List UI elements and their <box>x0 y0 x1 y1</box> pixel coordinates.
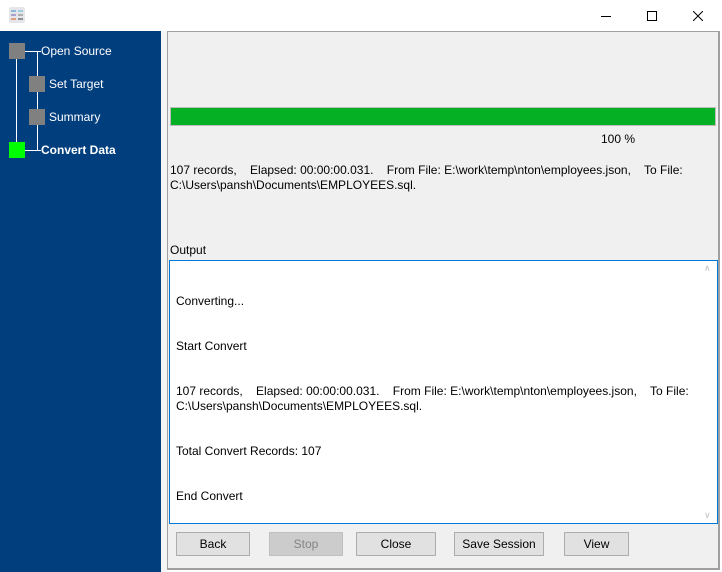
output-label: Output <box>170 243 207 257</box>
progress-fill <box>171 108 715 125</box>
minimize-icon <box>601 15 611 17</box>
convert-panel: 100 % 107 records, Elapsed: 00:00:00.031… <box>167 31 720 570</box>
step-status-convert-data <box>9 142 25 158</box>
step-open-source[interactable]: Open Source <box>41 44 112 58</box>
scroll-up-icon[interactable]: ∧ <box>704 263 711 274</box>
conversion-summary-text: 107 records, Elapsed: 00:00:00.031. From… <box>170 163 687 192</box>
progress-percent-text: 100 % <box>600 132 635 146</box>
output-line: Converting... <box>176 294 245 308</box>
app-icon <box>9 7 25 23</box>
maximize-icon <box>647 10 657 21</box>
step-status-open-source <box>9 43 25 59</box>
tree-line <box>37 51 38 151</box>
progress-percent-label: 100 % <box>168 132 635 146</box>
tree-line <box>25 51 41 52</box>
wizard-steps-sidebar: Open Source Set Target Summary Convert D… <box>0 31 161 572</box>
converter-window: Open Source Set Target Summary Convert D… <box>0 0 722 572</box>
step-set-target[interactable]: Set Target <box>49 77 103 91</box>
step-summary[interactable]: Summary <box>49 110 100 124</box>
title-bar <box>0 0 722 31</box>
save-session-button[interactable]: Save Session <box>454 532 544 556</box>
step-status-set-target <box>29 76 45 92</box>
output-line: End Convert <box>176 489 243 503</box>
close-window-button[interactable] <box>675 0 721 31</box>
back-button[interactable]: Back <box>176 532 250 556</box>
step-convert-data[interactable]: Convert Data <box>41 143 116 157</box>
stop-button[interactable]: Stop <box>269 532 343 556</box>
output-line: Start Convert <box>176 339 247 353</box>
output-scrollbar[interactable]: ∧ ∨ <box>700 261 717 523</box>
output-line: 107 records, Elapsed: 00:00:00.031. From… <box>176 384 693 413</box>
output-textarea[interactable]: Converting... Start Convert 107 records,… <box>169 260 718 549</box>
close-button[interactable]: Close <box>356 532 436 556</box>
view-button[interactable]: View <box>564 532 629 556</box>
minimize-button[interactable] <box>583 0 629 31</box>
tree-line <box>25 150 41 151</box>
output-line: Total Convert Records: 107 <box>176 444 322 458</box>
close-icon <box>693 10 703 21</box>
tree-line <box>16 56 17 151</box>
output-log: Converting... Start Convert 107 records,… <box>176 264 691 572</box>
maximize-button[interactable] <box>629 0 675 31</box>
step-status-summary <box>29 109 45 125</box>
progress-bar <box>170 107 716 126</box>
scroll-down-icon[interactable]: ∨ <box>704 510 711 521</box>
